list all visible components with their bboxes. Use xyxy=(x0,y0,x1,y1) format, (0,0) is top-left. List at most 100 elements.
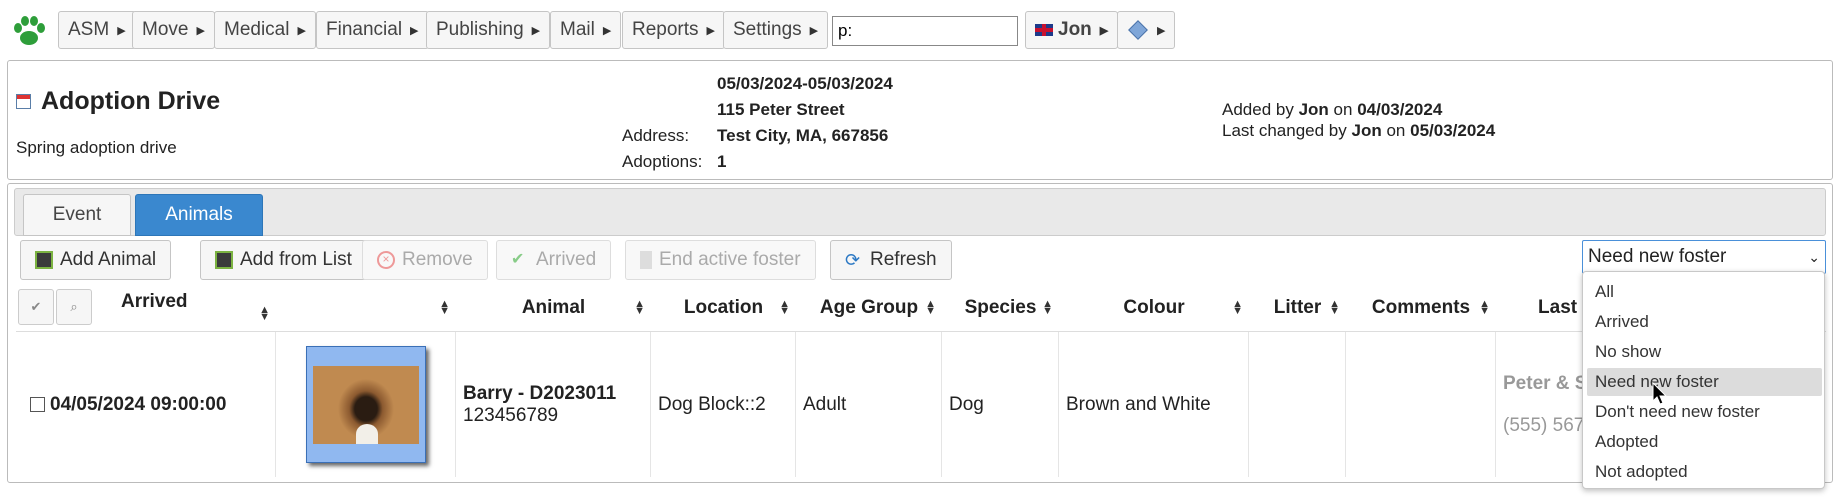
menu-label: Move xyxy=(142,19,189,40)
refresh-icon: ⟳ xyxy=(845,250,861,270)
sort-icon: ▲ ▼ xyxy=(259,304,270,323)
column-header-comments[interactable]: Comments ▲ ▼ xyxy=(1346,287,1496,329)
filter-option-all[interactable]: All xyxy=(1587,278,1822,306)
arrived-button[interactable]: ✔ Arrived xyxy=(496,240,612,280)
filter-option-not-adopted[interactable]: Not adopted xyxy=(1587,458,1822,486)
dog-photo xyxy=(312,365,419,444)
remove-icon: × xyxy=(377,251,395,269)
cell-arrived: 04/05/2024 09:00:00 xyxy=(16,332,276,477)
user-name: Jon xyxy=(1058,19,1092,40)
menu-label: Medical xyxy=(224,19,290,40)
column-header-animal[interactable]: Animal ▲ ▼ xyxy=(456,287,651,329)
filter-option-dont-need-new-foster[interactable]: Don't need new foster xyxy=(1587,398,1822,426)
search-input[interactable] xyxy=(832,16,1018,46)
filter-option-arrived[interactable]: Arrived xyxy=(1587,308,1822,336)
menu-label: Publishing xyxy=(436,19,524,40)
column-header-photo[interactable]: ▲ ▼ xyxy=(276,287,456,329)
menu-reports[interactable]: Reports ▶ xyxy=(622,11,725,49)
row-checkbox[interactable] xyxy=(30,397,45,412)
menu-label: ASM xyxy=(68,19,110,40)
address-label: Address: xyxy=(622,126,690,145)
cell-animal: Barry - D2023011 123456789 xyxy=(456,332,651,477)
user-menu[interactable]: Jon ▶ xyxy=(1025,11,1119,49)
caret-right-icon: ▶ xyxy=(297,24,306,37)
menu-settings[interactable]: Settings ▶ xyxy=(723,11,829,49)
animal-name-link[interactable]: Barry - D2023011 xyxy=(463,383,616,405)
menu-medical[interactable]: Medical ▶ xyxy=(214,11,316,49)
added-by-line: Added by Jon on 04/03/2024 xyxy=(1222,100,1443,119)
sort-icon: ▲ ▼ xyxy=(1042,298,1053,317)
column-header-age-group[interactable]: Age Group ▲ ▼ xyxy=(796,287,942,329)
menu-label: Settings xyxy=(733,19,802,40)
sort-icon: ▲ ▼ xyxy=(925,298,936,317)
audit-info: Added by Jon on 04/03/2024 Last changed … xyxy=(1222,99,1495,141)
sort-icon: ▲ ▼ xyxy=(1329,298,1340,317)
remove-button[interactable]: × Remove xyxy=(362,240,488,280)
sort-icon: ▲ ▼ xyxy=(1479,298,1490,317)
filter-dropdown-list: All Arrived No show Need new foster Don'… xyxy=(1582,271,1825,489)
adoptions-count: 1 xyxy=(717,152,727,171)
diamond-icon xyxy=(1128,20,1148,40)
cell-colour: Brown and White xyxy=(1059,332,1249,477)
changed-by-line: Last changed by Jon on 05/03/2024 xyxy=(1222,121,1496,140)
tabs-panel: Event Animals Add Animal Add from List ×… xyxy=(7,183,1833,483)
extra-menu[interactable]: ▶ xyxy=(1117,11,1176,49)
caret-right-icon: ▶ xyxy=(602,24,612,37)
menu-move[interactable]: Move ▶ xyxy=(132,11,215,49)
menu-mail[interactable]: Mail ▶ xyxy=(550,11,622,49)
caret-right-icon: ▶ xyxy=(706,24,715,37)
checkmark-icon: ✔ xyxy=(511,251,525,268)
refresh-button[interactable]: ⟳ Refresh xyxy=(830,240,952,280)
table-row: 04/05/2024 09:00:00 Barry - D2023011 123… xyxy=(16,331,1826,477)
tab-event[interactable]: Event xyxy=(23,194,131,236)
column-header-location[interactable]: Location ▲ ▼ xyxy=(651,287,796,329)
sort-icon: ▲ ▼ xyxy=(779,298,790,317)
menu-asm[interactable]: ASM ▶ xyxy=(58,11,136,49)
cell-species: Dog xyxy=(942,332,1059,477)
caret-right-icon: ▶ xyxy=(410,24,419,37)
caret-right-icon: ▶ xyxy=(531,24,541,37)
event-address: Test City, MA, 667856 xyxy=(717,126,889,145)
event-dates: 05/03/2024-05/03/2024 xyxy=(717,74,893,93)
add-animal-icon xyxy=(35,251,53,269)
filter-option-adopted[interactable]: Adopted xyxy=(1587,428,1822,456)
column-header-litter[interactable]: Litter ▲ ▼ xyxy=(1249,287,1346,329)
column-header-colour[interactable]: Colour ▲ ▼ xyxy=(1059,287,1249,329)
cell-age-group: Adult xyxy=(796,332,942,477)
adoptions-label: Adoptions: xyxy=(622,152,703,171)
paw-logo-icon[interactable] xyxy=(10,12,48,50)
sort-icon: ▲ ▼ xyxy=(1232,298,1243,317)
caret-right-icon: ▶ xyxy=(1157,24,1166,37)
end-active-foster-button[interactable]: End active foster xyxy=(625,240,816,280)
menu-label: Reports xyxy=(632,19,699,40)
menu-publishing[interactable]: Publishing ▶ xyxy=(426,11,551,49)
caret-right-icon: ▶ xyxy=(809,24,819,37)
tab-animals[interactable]: Animals xyxy=(135,194,263,236)
event-details: 05/03/2024-05/03/2024 115 Peter Street A… xyxy=(622,71,893,175)
filter-option-need-new-foster[interactable]: Need new foster xyxy=(1587,368,1822,396)
cell-comments xyxy=(1346,332,1496,477)
caret-right-icon: ▶ xyxy=(1099,24,1109,37)
cell-litter xyxy=(1249,332,1346,477)
foster-icon xyxy=(640,251,652,269)
filter-option-no-show[interactable]: No show xyxy=(1587,338,1822,366)
event-title: Adoption Drive xyxy=(41,87,221,115)
animal-thumbnail[interactable] xyxy=(305,346,426,463)
add-list-icon xyxy=(215,251,233,269)
column-header-species[interactable]: Species ▲ ▼ xyxy=(942,287,1059,329)
uk-flag-icon xyxy=(1035,24,1053,36)
animal-microchip: 123456789 xyxy=(463,404,559,426)
event-description: Spring adoption drive xyxy=(16,138,177,157)
menu-label: Mail xyxy=(560,19,595,40)
caret-right-icon: ▶ xyxy=(117,24,126,37)
sort-icon: ▲ ▼ xyxy=(439,298,450,317)
event-street: 115 Peter Street xyxy=(717,100,845,119)
add-animal-button[interactable]: Add Animal xyxy=(20,240,172,280)
arrived-datetime: 04/05/2024 09:00:00 xyxy=(50,393,227,415)
foster-filter-select[interactable]: Need new foster ⌄ xyxy=(1582,240,1826,274)
cell-location: Dog Block::2 xyxy=(651,332,796,477)
caret-right-icon: ▶ xyxy=(196,24,205,37)
menu-financial[interactable]: Financial ▶ xyxy=(316,11,429,49)
column-header-arrived[interactable]: Arrived ▲ ▼ xyxy=(96,287,276,329)
add-from-list-button[interactable]: Add from List xyxy=(200,240,367,280)
